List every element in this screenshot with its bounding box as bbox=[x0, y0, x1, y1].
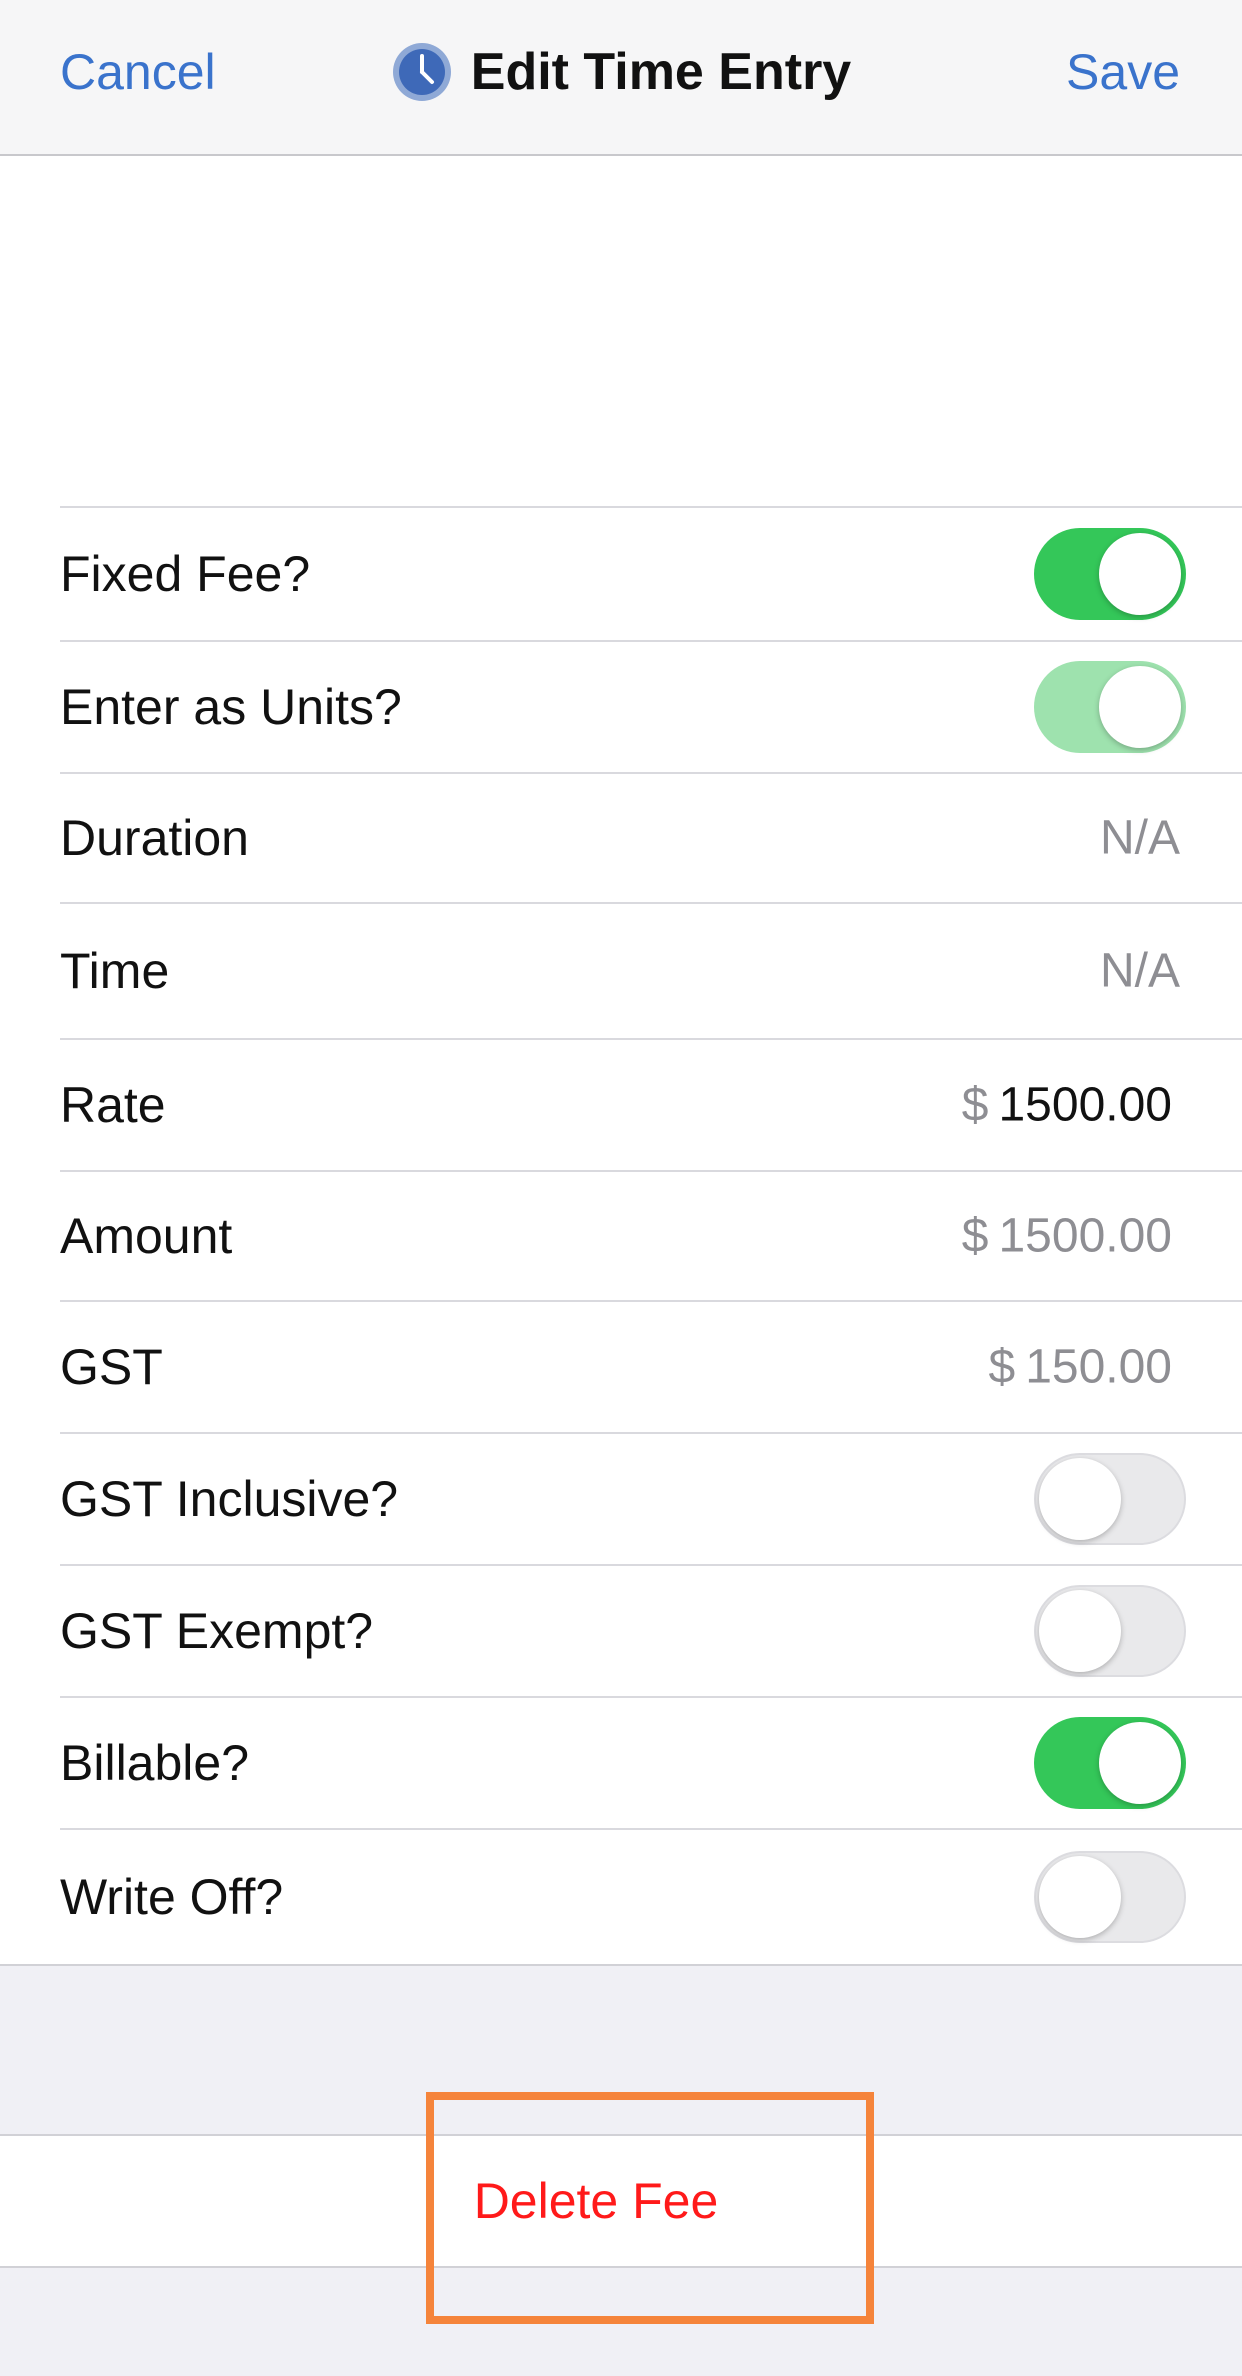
delete-section: Delete Fee bbox=[0, 2134, 1242, 2268]
amount-currency: $ bbox=[961, 1209, 989, 1263]
duration-value: N/A bbox=[1099, 811, 1180, 865]
write-off-toggle[interactable] bbox=[1034, 1851, 1186, 1943]
page-title-text: Edit Time Entry bbox=[470, 43, 852, 101]
rate-label: Rate bbox=[60, 1077, 166, 1133]
time-row[interactable]: Time N/A bbox=[60, 902, 1242, 1038]
gst-exempt-row: GST Exempt? bbox=[60, 1564, 1242, 1696]
amount-field: $1500.00 bbox=[962, 1209, 1172, 1264]
write-off-label: Write Off? bbox=[60, 1869, 284, 1925]
clock-icon bbox=[391, 41, 453, 103]
gst-exempt-label: GST Exempt? bbox=[60, 1603, 374, 1659]
rate-currency: $ bbox=[961, 1078, 989, 1132]
gst-row: GST $150.00 bbox=[60, 1300, 1242, 1432]
delete-fee-button[interactable]: Delete Fee bbox=[0, 2136, 1242, 2266]
gst-inclusive-toggle[interactable] bbox=[1034, 1453, 1186, 1545]
page-title: Edit Time Entry bbox=[0, 36, 1242, 108]
amount-label: Amount bbox=[60, 1208, 233, 1264]
fixed-fee-row: Fixed Fee? bbox=[60, 506, 1242, 640]
gst-label: GST bbox=[60, 1339, 163, 1395]
time-value: N/A bbox=[1099, 944, 1180, 998]
delete-fee-label: Delete Fee bbox=[473, 2173, 719, 2229]
enter-as-units-row: Enter as Units? bbox=[60, 640, 1242, 772]
write-off-row: Write Off? bbox=[60, 1828, 1242, 1964]
gst-inclusive-label: GST Inclusive? bbox=[60, 1471, 399, 1527]
gst-exempt-toggle[interactable] bbox=[1034, 1585, 1186, 1677]
fixed-fee-label: Fixed Fee? bbox=[60, 546, 311, 602]
enter-as-units-label: Enter as Units? bbox=[60, 679, 402, 735]
save-button[interactable]: Save bbox=[1066, 42, 1180, 102]
amount-row: Amount $1500.00 bbox=[60, 1170, 1242, 1300]
billable-row: Billable? bbox=[60, 1696, 1242, 1828]
gst-field: $150.00 bbox=[988, 1340, 1172, 1395]
rate-field[interactable]: $1500.00 bbox=[962, 1078, 1172, 1133]
gst-inclusive-row: GST Inclusive? bbox=[60, 1432, 1242, 1564]
billable-label: Billable? bbox=[60, 1735, 250, 1791]
amount-value: 1500.00 bbox=[998, 1209, 1172, 1263]
form-section: Fixed Fee? Enter as Units? Duration N/A … bbox=[0, 156, 1242, 1966]
duration-label: Duration bbox=[60, 810, 249, 866]
gst-value: 150.00 bbox=[1025, 1340, 1172, 1394]
rate-row: Rate $1500.00 bbox=[60, 1038, 1242, 1170]
rate-value[interactable]: 1500.00 bbox=[998, 1079, 1172, 1132]
duration-row[interactable]: Duration N/A bbox=[60, 772, 1242, 902]
enter-as-units-toggle[interactable] bbox=[1034, 661, 1186, 753]
navigation-bar: Cancel Edit Time Entry Save bbox=[0, 0, 1242, 156]
fixed-fee-toggle[interactable] bbox=[1034, 528, 1186, 620]
billable-toggle[interactable] bbox=[1034, 1717, 1186, 1809]
gst-currency: $ bbox=[988, 1340, 1016, 1394]
time-label: Time bbox=[60, 943, 170, 999]
